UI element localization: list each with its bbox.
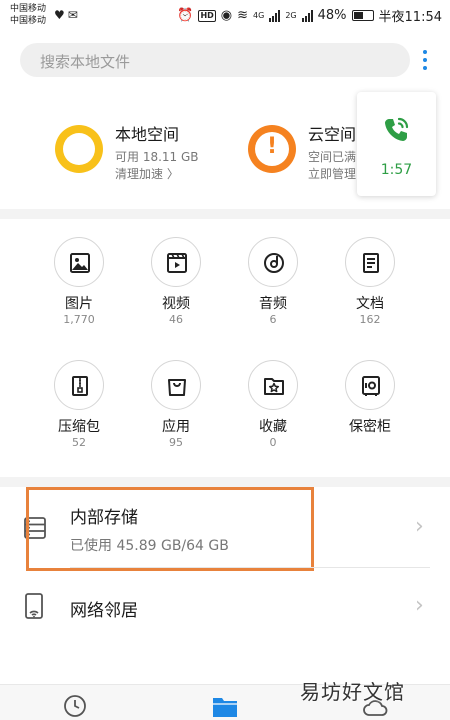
cloud-manage-link[interactable]: 立即管理 — [308, 165, 358, 182]
document-icon — [363, 253, 379, 273]
call-duration: 1:57 — [380, 162, 413, 178]
section-divider-2 — [0, 477, 450, 487]
archive-icon-wrap — [54, 360, 104, 410]
category-documents[interactable]: 文档 162 — [330, 237, 410, 327]
category-label: 压缩包 — [58, 419, 100, 435]
category-count: 1,770 — [63, 313, 95, 326]
eye-comfort-icon: ◉ — [220, 7, 233, 23]
image-icon-wrap — [54, 237, 104, 287]
clean-speedup-link[interactable]: 清理加速 〉 — [115, 165, 179, 182]
watermark-text: 易坊好文馆 — [300, 680, 405, 704]
audio-icon-wrap — [248, 237, 298, 287]
battery-percent: 48% — [317, 8, 347, 23]
video-icon — [167, 253, 187, 273]
category-label: 收藏 — [259, 419, 287, 435]
warning-icon: ! — [266, 134, 278, 159]
chevron-right-icon: › — [415, 593, 424, 618]
star-folder-icon — [264, 378, 284, 395]
section-divider-1 — [0, 209, 450, 219]
cloud-storage-title[interactable]: 云空间 — [308, 121, 356, 145]
category-archives[interactable]: 压缩包 52 — [39, 360, 119, 450]
safe-icon — [362, 376, 380, 396]
category-label: 图片 — [65, 296, 93, 312]
category-favorites[interactable]: 收藏 0 — [233, 360, 313, 450]
status-icons: ⏰ HD ◉ ≋ 4G 2G 48% 半夜11:54 — [177, 6, 442, 26]
battery-icon — [351, 10, 374, 21]
category-images[interactable]: 图片 1,770 — [39, 237, 119, 327]
archive-icon — [72, 376, 88, 396]
cloud-storage-status: 空间已满 — [308, 150, 357, 164]
image-icon — [70, 253, 90, 273]
row-divider — [70, 567, 430, 568]
category-count: 52 — [72, 436, 86, 449]
category-apps[interactable]: 应用 95 — [136, 360, 216, 450]
status-bar: 中国移动 中国移动 ♥ ✉ ⏰ HD ◉ ≋ 4G 2G 48% 半夜11:54 — [0, 0, 450, 32]
signal-2-icon — [301, 9, 313, 22]
carrier-2: 中国移动 — [10, 16, 47, 26]
wechat-icon: ✉ — [67, 8, 78, 22]
local-storage-available: 可用 18.11 GB — [115, 150, 199, 164]
local-storage-title[interactable]: 本地空间 — [115, 121, 179, 145]
network-device-icon — [25, 593, 43, 619]
network-neighborhood-title: 网络邻居 — [70, 601, 138, 621]
phone-call-icon — [385, 117, 409, 141]
safe-icon-wrap — [345, 360, 395, 410]
heart-rate-icon: ♥ — [54, 8, 65, 22]
carrier-labels: 中国移动 中国移动 — [10, 3, 46, 27]
video-icon-wrap — [151, 237, 201, 287]
highlight-box — [26, 487, 314, 571]
search-placeholder: 搜索本地文件 — [40, 53, 131, 71]
wifi-icon: ≋ — [237, 7, 249, 23]
floating-call-card[interactable]: 1:57 — [357, 92, 436, 196]
document-icon-wrap — [345, 237, 395, 287]
category-count: 95 — [169, 436, 183, 449]
more-options-icon[interactable] — [418, 48, 432, 74]
clock: 半夜11:54 — [378, 10, 442, 25]
network-4g-label: 4G — [253, 11, 265, 20]
category-label: 文档 — [356, 296, 384, 312]
category-count: 162 — [359, 313, 381, 326]
signal-1-icon — [269, 9, 281, 22]
recent-clock-icon[interactable] — [62, 693, 88, 719]
category-label: 音频 — [259, 296, 287, 312]
notification-icons: ♥ ✉ — [54, 8, 78, 22]
alarm-icon: ⏰ — [177, 7, 194, 23]
files-folder-icon[interactable] — [211, 695, 239, 719]
audio-icon — [264, 253, 284, 273]
local-storage-ring[interactable] — [55, 125, 103, 173]
category-audio[interactable]: 音频 6 — [233, 237, 313, 327]
category-label: 视频 — [162, 296, 190, 312]
category-label: 保密柜 — [349, 419, 391, 435]
category-count: 0 — [269, 436, 277, 449]
category-label: 应用 — [162, 419, 190, 435]
carrier-1: 中国移动 — [10, 4, 47, 14]
hd-icon: HD — [198, 9, 216, 22]
network-2g-label: 2G — [285, 11, 297, 20]
search-input[interactable]: 搜索本地文件 — [20, 43, 410, 77]
file-manager-screen: 中国移动 中国移动 ♥ ✉ ⏰ HD ◉ ≋ 4G 2G 48% 半夜11:54… — [0, 0, 450, 720]
category-count: 46 — [169, 313, 183, 326]
app-bag-icon — [168, 379, 186, 396]
chevron-right-icon: › — [415, 514, 424, 539]
app-bag-icon-wrap — [151, 360, 201, 410]
cloud-storage-ring[interactable]: ! — [248, 125, 296, 173]
category-videos[interactable]: 视频 46 — [136, 237, 216, 327]
category-count: 6 — [269, 313, 277, 326]
star-folder-icon-wrap — [248, 360, 298, 410]
category-safe[interactable]: 保密柜 — [330, 360, 410, 436]
